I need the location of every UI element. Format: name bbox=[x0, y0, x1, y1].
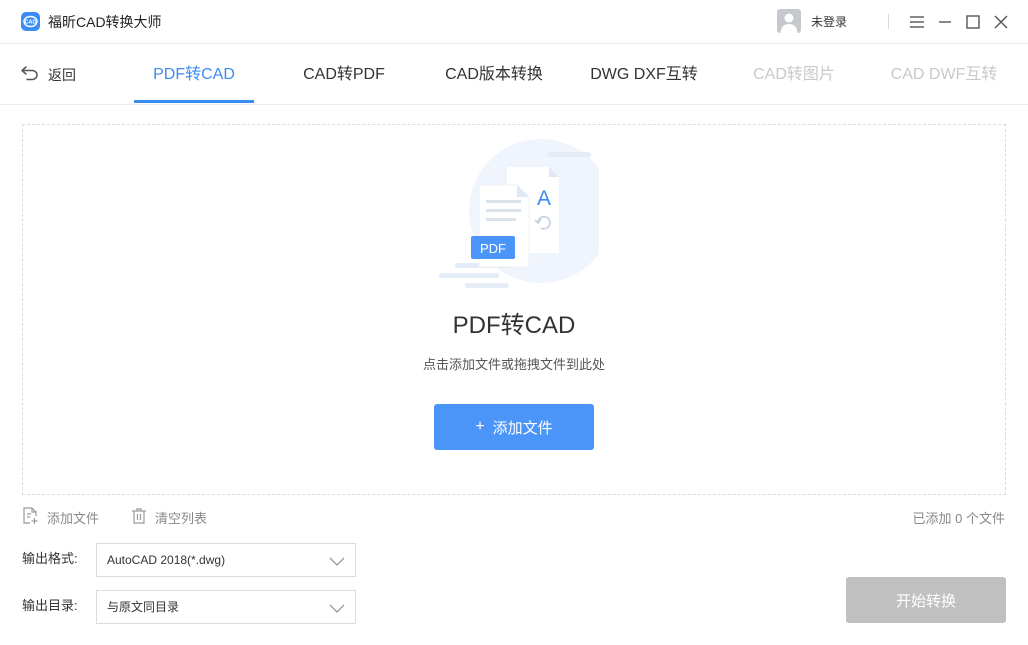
tab-pdf-to-cad[interactable]: PDF转CAD bbox=[134, 45, 254, 105]
chevron-down-icon bbox=[329, 601, 345, 620]
drop-zone-hint: 点击添加文件或拖拽文件到此处 bbox=[422, 357, 605, 372]
title-divider bbox=[888, 14, 889, 29]
start-convert-button[interactable]: 开始转换 bbox=[846, 577, 1006, 623]
back-button[interactable]: 返回 bbox=[20, 64, 76, 86]
output-format-value: AutoCAD 2018(*.dwg) bbox=[107, 553, 226, 567]
app-logo-text: CAD bbox=[25, 20, 37, 26]
menu-icon[interactable] bbox=[908, 13, 926, 31]
add-file-button-label: 添加文件 bbox=[492, 419, 553, 437]
login-status[interactable]: 未登录 bbox=[811, 14, 847, 30]
app-logo-icon: CAD bbox=[21, 12, 40, 31]
output-directory-label: 输出目录: bbox=[22, 598, 78, 613]
drop-zone-title: PDF转CAD bbox=[452, 312, 576, 339]
active-tab-indicator bbox=[134, 100, 254, 103]
clear-list-button[interactable]: 清空列表 bbox=[131, 507, 207, 527]
output-format-select[interactable]: AutoCAD 2018(*.dwg) bbox=[96, 543, 356, 577]
add-file-button[interactable]: + 添加文件 bbox=[434, 404, 594, 450]
app-title: 福昕CAD转换大师 bbox=[48, 14, 162, 30]
back-label: 返回 bbox=[48, 67, 76, 83]
toolbar-add-file-label: 添加文件 bbox=[47, 510, 100, 526]
user-avatar-icon[interactable] bbox=[777, 9, 801, 33]
tab-cad-to-image[interactable]: CAD转图片 bbox=[734, 45, 854, 105]
tab-cad-to-pdf[interactable]: CAD转PDF bbox=[284, 45, 404, 105]
trash-icon bbox=[131, 507, 147, 528]
output-directory-value: 与原文同目录 bbox=[107, 600, 180, 614]
maximize-icon[interactable] bbox=[964, 13, 982, 31]
cad-letter-icon: A bbox=[537, 187, 551, 210]
back-arrow-icon bbox=[20, 65, 40, 86]
tab-cad-dwf-convert[interactable]: CAD DWF互转 bbox=[879, 45, 1009, 105]
minimize-icon[interactable] bbox=[936, 13, 954, 31]
tab-cad-version-convert[interactable]: CAD版本转换 bbox=[429, 45, 559, 105]
file-drop-zone[interactable]: A PDF PDF转CAD 点击添加文件或拖拽文件到此处 + 添加文件 bbox=[22, 124, 1006, 495]
chevron-down-icon bbox=[329, 554, 345, 573]
close-icon[interactable] bbox=[992, 13, 1010, 31]
clear-list-label: 清空列表 bbox=[155, 510, 208, 526]
plus-icon: + bbox=[475, 418, 485, 435]
output-directory-select[interactable]: 与原文同目录 bbox=[96, 590, 356, 624]
add-file-icon bbox=[22, 506, 39, 528]
pdf-badge-text: PDF bbox=[480, 241, 506, 256]
pdf-to-cad-illustration: A PDF bbox=[439, 139, 613, 289]
file-count-text: 已添加 0 个文件 bbox=[912, 511, 1005, 526]
toolbar-add-file-button[interactable]: 添加文件 bbox=[22, 506, 100, 528]
output-format-label: 输出格式: bbox=[22, 551, 78, 566]
tab-dwg-dxf-convert[interactable]: DWG DXF互转 bbox=[579, 45, 709, 105]
title-bar: CAD 福昕CAD转换大师 未登录 bbox=[0, 0, 1028, 44]
tab-bar: 返回 PDF转CAD CAD转PDF CAD版本转换 DWG DXF互转 CAD… bbox=[0, 45, 1028, 105]
